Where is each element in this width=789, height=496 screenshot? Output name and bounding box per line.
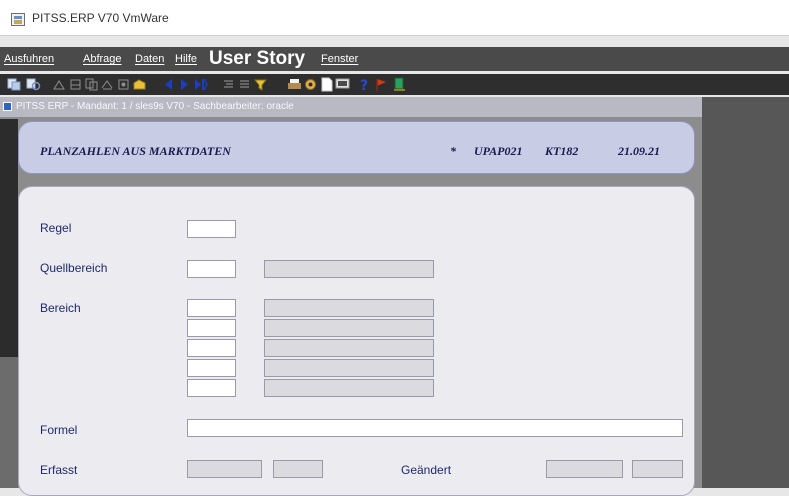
window-title-bar: PITSS.ERP V70 VmWare [0,0,789,36]
filter-icon[interactable] [253,77,268,92]
company-code: KT182 [545,144,579,158]
erfasst-label: Erfasst [40,463,78,477]
execute-query-icon[interactable] [7,77,22,92]
bereich-field-3[interactable] [187,339,236,357]
clear-icon[interactable] [132,77,147,92]
formel-label: Formel [40,423,78,437]
window-title: PITSS.ERP V70 VmWare [32,11,169,25]
delete-record-icon[interactable] [116,77,131,92]
flag-icon[interactable] [374,77,389,92]
modified-marker: * [450,144,456,158]
edit-icon[interactable] [237,77,252,92]
erfasst-date [187,460,262,478]
new-document-icon[interactable] [319,77,334,92]
geaendert-user [632,460,683,478]
copy-record-icon[interactable] [84,77,99,92]
mdi-background [702,97,789,488]
bereich-description-5 [264,379,434,397]
bereich-field-2[interactable] [187,319,236,337]
enter-query-icon[interactable] [26,77,41,92]
bereich-field-5[interactable] [187,379,236,397]
list-icon[interactable] [221,77,236,92]
inner-window-title: PITSS ERP - Mandant: 1 / sles9s V70 - Sa… [16,101,294,112]
bereich-field-1[interactable] [187,299,236,317]
left-border-lower [0,357,18,488]
regel-field[interactable] [187,220,236,238]
menu-abfrage[interactable]: Abfrage [83,53,122,65]
next-icon[interactable] [177,77,192,92]
print-icon[interactable] [68,77,83,92]
form-panel: Regel Quellbereich Bereich Formel Erfass… [18,186,695,496]
toolbar: ? [0,74,789,95]
previous-icon[interactable] [161,77,176,92]
bereich-description-2 [264,319,434,337]
program-code: UPAP021 [474,144,523,158]
quellbereich-field[interactable] [187,260,236,278]
erfasst-user [273,460,323,478]
menu-daten[interactable]: Daten [135,53,164,65]
bereich-description-1 [264,299,434,317]
help-icon[interactable]: ? [357,77,372,92]
settings-icon[interactable] [303,77,318,92]
form-title: PLANZAHLEN AUS MARKTDATEN [40,144,231,158]
menu-user-story[interactable]: User Story [209,48,305,70]
header-panel: PLANZAHLEN AUS MARKTDATEN * UPAP021 KT18… [18,121,695,174]
exit-icon[interactable] [392,77,407,92]
geaendert-label: Geändert [401,463,452,477]
menu-hilfe[interactable]: Hilfe [175,53,197,65]
geaendert-date [546,460,623,478]
regel-label: Regel [40,221,72,235]
inner-window-title-bar: PITSS ERP - Mandant: 1 / sles9s V70 - Sa… [0,97,702,117]
last-record-icon[interactable] [193,77,208,92]
form-window: PITSS ERP - Mandant: 1 / sles9s V70 - Sa… [0,97,702,496]
printer-icon[interactable] [287,77,302,92]
app-window-icon[interactable] [11,13,25,26]
display-icon[interactable] [335,77,350,92]
insert-record-icon[interactable] [100,77,115,92]
bereich-description-4 [264,359,434,377]
svg-text:?: ? [360,78,368,92]
form-window-icon[interactable] [3,102,12,111]
menu-fenster[interactable]: Fenster [321,53,358,65]
menu-bar: Ausfuhren Abfrage Daten Hilfe User Story… [0,47,789,71]
current-date: 21.09.21 [618,144,660,158]
formel-field[interactable] [187,419,683,437]
quellbereich-description [264,260,434,278]
bereich-description-3 [264,339,434,357]
bereich-field-4[interactable] [187,359,236,377]
bereich-label: Bereich [40,301,81,315]
menu-ausfuhren[interactable]: Ausfuhren [4,53,54,65]
quellbereich-label: Quellbereich [40,261,108,275]
save-icon[interactable] [52,77,67,92]
